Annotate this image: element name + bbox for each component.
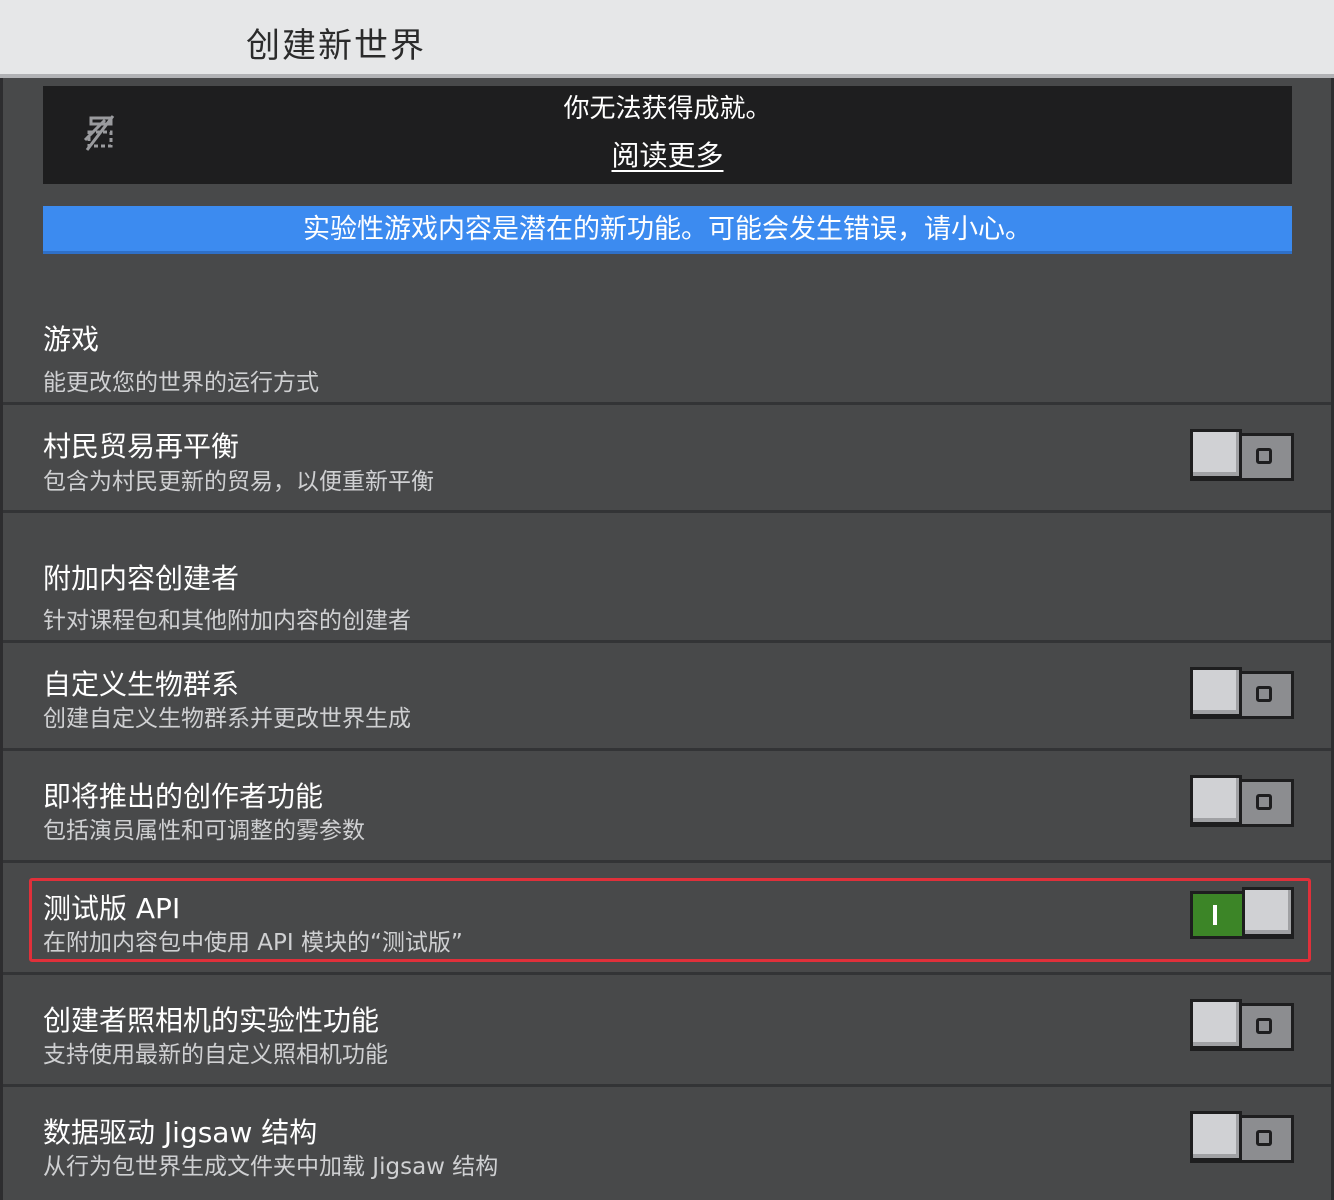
- achievement-notice: 你无法获得成就。 阅读更多: [43, 86, 1292, 184]
- section-description: 能更改您的世界的运行方式: [43, 370, 319, 396]
- toggle-row-beta-api: 测试版 API 在附加内容包中使用 API 模块的“测试版”: [3, 863, 1331, 975]
- toggle-title: 创建者照相机的实验性功能: [43, 1004, 380, 1037]
- toggle-row-upcoming-creator-features: 即将推出的创作者功能 包括演员属性和可调整的雾参数: [3, 751, 1331, 863]
- read-more-link[interactable]: 阅读更多: [611, 139, 723, 172]
- toggle-description: 从行为包世界生成文件夹中加载 Jigsaw 结构: [43, 1154, 499, 1180]
- section-title: 附加内容创建者: [43, 562, 240, 595]
- section-header-addon-creators: 附加内容创建者 针对课程包和其他附加内容的创建者: [3, 513, 1331, 643]
- upcoming-creator-features-toggle[interactable]: [1190, 775, 1296, 831]
- creator-camera-features-toggle[interactable]: [1190, 999, 1296, 1055]
- toggle-title: 数据驱动 Jigsaw 结构: [43, 1116, 318, 1149]
- page-title: 创建新世界: [246, 26, 426, 66]
- toggle-row-creator-camera-features: 创建者照相机的实验性功能 支持使用最新的自定义照相机功能: [3, 975, 1331, 1087]
- toggle-title: 自定义生物群系: [43, 668, 240, 701]
- villager-trade-rebalance-toggle[interactable]: [1190, 429, 1296, 485]
- toggle-description: 包含为村民更新的贸易，以便重新平衡: [43, 469, 434, 495]
- section-title: 游戏: [43, 323, 100, 356]
- toggle-description: 包括演员属性和可调整的雾参数: [43, 818, 365, 844]
- toggle-row-villager-trade-rebalance: 村民贸易再平衡 包含为村民更新的贸易，以便重新平衡: [3, 405, 1331, 513]
- title-bar: 创建新世界: [0, 0, 1334, 78]
- section-header-game: 游戏 能更改您的世界的运行方式: [3, 290, 1331, 405]
- toggle-description: 创建自定义生物群系并更改世界生成: [43, 706, 411, 732]
- section-description: 针对课程包和其他附加内容的创建者: [43, 608, 411, 634]
- achievement-notice-text: 你无法获得成就。: [563, 94, 772, 124]
- experimental-warning-banner: 实验性游戏内容是潜在的新功能。可能会发生错误，请小心。: [43, 206, 1292, 254]
- toggle-title: 村民贸易再平衡: [43, 430, 240, 463]
- data-driven-jigsaw-toggle[interactable]: [1190, 1111, 1296, 1167]
- toggle-row-custom-biomes: 自定义生物群系 创建自定义生物群系并更改世界生成: [3, 643, 1331, 751]
- beta-api-toggle[interactable]: [1190, 887, 1296, 943]
- toggle-title: 测试版 API: [43, 892, 181, 925]
- toggle-description: 在附加内容包中使用 API 模块的“测试版”: [43, 930, 463, 956]
- custom-biomes-toggle[interactable]: [1190, 667, 1296, 723]
- toggle-row-data-driven-jigsaw: 数据驱动 Jigsaw 结构 从行为包世界生成文件夹中加载 Jigsaw 结构: [3, 1087, 1331, 1200]
- toggle-description: 支持使用最新的自定义照相机功能: [43, 1042, 388, 1068]
- toggle-title: 即将推出的创作者功能: [43, 780, 324, 813]
